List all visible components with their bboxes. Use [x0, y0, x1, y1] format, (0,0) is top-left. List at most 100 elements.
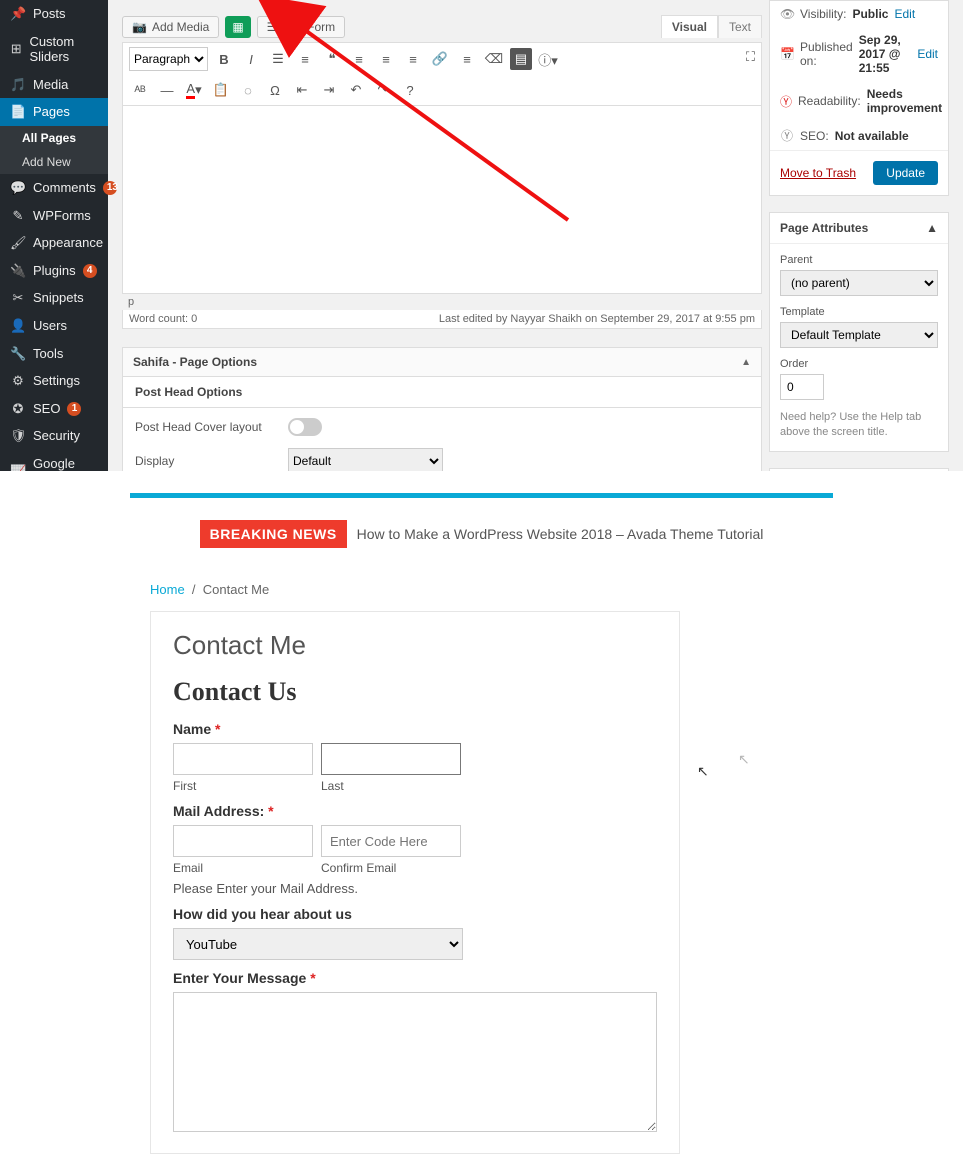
- sidebar-item-media[interactable]: 🎵Media: [0, 71, 108, 99]
- tab-text[interactable]: Text: [718, 15, 762, 38]
- sidebar-item-custom-sliders[interactable]: ⊞Custom Sliders: [0, 28, 108, 71]
- sidebar-item-comments[interactable]: 💬Comments13: [0, 174, 108, 202]
- breadcrumb-sep: /: [188, 582, 202, 597]
- edit-date-link[interactable]: Edit: [917, 47, 938, 61]
- paste-button[interactable]: 📋: [210, 79, 232, 101]
- sidebar-item-wpforms[interactable]: ✎WPForms: [0, 202, 108, 230]
- sidebar-item-tools[interactable]: 🔧Tools: [0, 340, 108, 368]
- sahifa-header[interactable]: Sahifa - Page Options▲: [122, 347, 762, 377]
- sidebar-item-label: Settings: [33, 373, 80, 389]
- strike-button[interactable]: ᴬᴮ: [129, 79, 151, 101]
- grid-icon: ⊞: [10, 41, 22, 57]
- calendar-icon: 📅: [780, 47, 794, 61]
- sidebar-item-analytics[interactable]: 📈Google Analytics: [0, 450, 108, 471]
- edit-visibility-link[interactable]: Edit: [894, 7, 915, 21]
- email-input[interactable]: [173, 825, 313, 857]
- last-name-input[interactable]: [321, 743, 461, 775]
- page-attributes-box: Page Attributes▲ Parent (no parent) Temp…: [769, 212, 949, 452]
- bold-button[interactable]: B: [213, 48, 235, 70]
- cursor-icon: ↖: [697, 763, 709, 780]
- update-button[interactable]: Update: [873, 161, 938, 185]
- sidebar-sub-add-new[interactable]: Add New: [0, 150, 108, 174]
- first-sublabel: First: [173, 779, 313, 793]
- gear-icon: ⚙: [10, 373, 26, 389]
- order-label: Order: [780, 358, 938, 370]
- sidebar-item-posts[interactable]: 📌Posts: [0, 0, 108, 28]
- brush-icon: 🖌: [10, 235, 26, 251]
- page-icon: 📄: [10, 104, 26, 120]
- chevron-up-icon: ▲: [926, 221, 938, 235]
- cover-toggle[interactable]: [288, 418, 322, 436]
- italic-button[interactable]: I: [240, 48, 262, 70]
- plug-icon: 🔌: [10, 263, 26, 279]
- eraser-button[interactable]: ◌: [237, 79, 259, 101]
- published-label: Published on:: [800, 40, 853, 68]
- sidebar-item-snippets[interactable]: ✂ Snippets: [0, 284, 108, 312]
- message-textarea[interactable]: [173, 992, 657, 1132]
- breaking-text[interactable]: How to Make a WordPress Website 2018 – A…: [357, 526, 764, 542]
- admin-sidebar: 📌Posts ⊞Custom Sliders 🎵Media 📄Pages All…: [0, 0, 108, 471]
- form-title: Contact Us: [173, 677, 657, 707]
- readability-label: Readability:: [798, 94, 861, 108]
- sidebar-item-users[interactable]: 👤Users: [0, 312, 108, 340]
- add-media-label: Add Media: [152, 20, 209, 34]
- sidebar-item-pages[interactable]: 📄Pages: [0, 98, 108, 126]
- last-edited: Last edited by Nayyar Shaikh on Septembe…: [439, 313, 755, 325]
- sidebar-item-label: SEO: [33, 401, 60, 417]
- scissors-icon: ✂: [10, 290, 26, 306]
- green-insert-button[interactable]: ▦: [225, 16, 250, 38]
- tab-visual[interactable]: Visual: [661, 15, 718, 38]
- sidebar-item-label: Users: [33, 318, 67, 334]
- frontend-preview: BREAKING NEWS How to Make a WordPress We…: [0, 471, 963, 1154]
- annotation-arrow: [278, 15, 588, 238]
- fullscreen-toggle[interactable]: ⛶: [746, 49, 755, 65]
- parent-select[interactable]: (no parent): [780, 270, 938, 296]
- sidebar-item-seo[interactable]: ✪SEO1: [0, 395, 108, 423]
- template-select[interactable]: Default Template: [780, 322, 938, 348]
- media-icon: 🎵: [10, 77, 26, 93]
- sidebar-item-security[interactable]: 🛡Security: [0, 422, 108, 450]
- color-button[interactable]: A▾: [183, 79, 205, 101]
- breaking-news: BREAKING NEWS How to Make a WordPress We…: [0, 498, 963, 570]
- sidebar-item-label: Comments: [33, 180, 96, 196]
- sidebar-item-appearance[interactable]: 🖌Appearance: [0, 229, 108, 257]
- add-media-button[interactable]: 📷 Add Media: [122, 16, 219, 38]
- help-text: Need help? Use the Help tab above the sc…: [780, 410, 938, 441]
- breadcrumb-current: Contact Me: [203, 582, 269, 597]
- hear-select[interactable]: YouTube: [173, 928, 463, 960]
- comment-icon: 💬: [10, 180, 26, 196]
- editor-statusbar: Word count: 0 Last edited by Nayyar Shai…: [122, 310, 762, 329]
- display-select[interactable]: Default: [288, 448, 443, 471]
- sidebar-item-settings[interactable]: ⚙ Settings: [0, 367, 108, 395]
- editor-path: p: [122, 294, 762, 310]
- seo-icon: ✪: [10, 401, 26, 417]
- chevron-up-icon: ▲: [741, 357, 751, 368]
- yoast-read-icon: Ⓨ: [780, 93, 792, 110]
- yoast-seo-icon: Ⓨ: [780, 127, 794, 144]
- eye-icon: 👁: [780, 7, 794, 21]
- mail-hint: Please Enter your Mail Address.: [173, 881, 657, 896]
- required-icon: *: [310, 970, 315, 986]
- order-input[interactable]: [780, 374, 824, 400]
- sidebar-item-label: Posts: [33, 6, 66, 22]
- sidebar-sub-all-pages[interactable]: All Pages: [0, 126, 108, 150]
- first-name-input[interactable]: [173, 743, 313, 775]
- breadcrumb-home[interactable]: Home: [150, 582, 185, 597]
- page-attributes-header[interactable]: Page Attributes▲: [770, 213, 948, 244]
- sidebar-item-label: Snippets: [33, 290, 84, 306]
- last-sublabel: Last: [321, 779, 461, 793]
- format-select[interactable]: Paragraph: [129, 47, 208, 71]
- camera-icon: 📷: [132, 20, 147, 34]
- visibility-label: Visibility:: [800, 7, 846, 21]
- chart-icon: 📈: [10, 464, 26, 471]
- hr-button[interactable]: —: [156, 79, 178, 101]
- confirm-email-input[interactable]: [321, 825, 461, 857]
- sidebar-item-label: Plugins: [33, 263, 76, 279]
- main-area: 📷Add Media ▦ ☰Add Form Visual Text ⛶ Par…: [108, 0, 963, 471]
- move-to-trash-link[interactable]: Move to Trash: [780, 166, 856, 180]
- form-icon: ✎: [10, 208, 26, 224]
- sidebar-item-plugins[interactable]: 🔌Plugins4: [0, 257, 108, 285]
- parent-label: Parent: [780, 254, 938, 266]
- wrench-icon: 🔧: [10, 346, 26, 362]
- required-icon: *: [215, 721, 220, 737]
